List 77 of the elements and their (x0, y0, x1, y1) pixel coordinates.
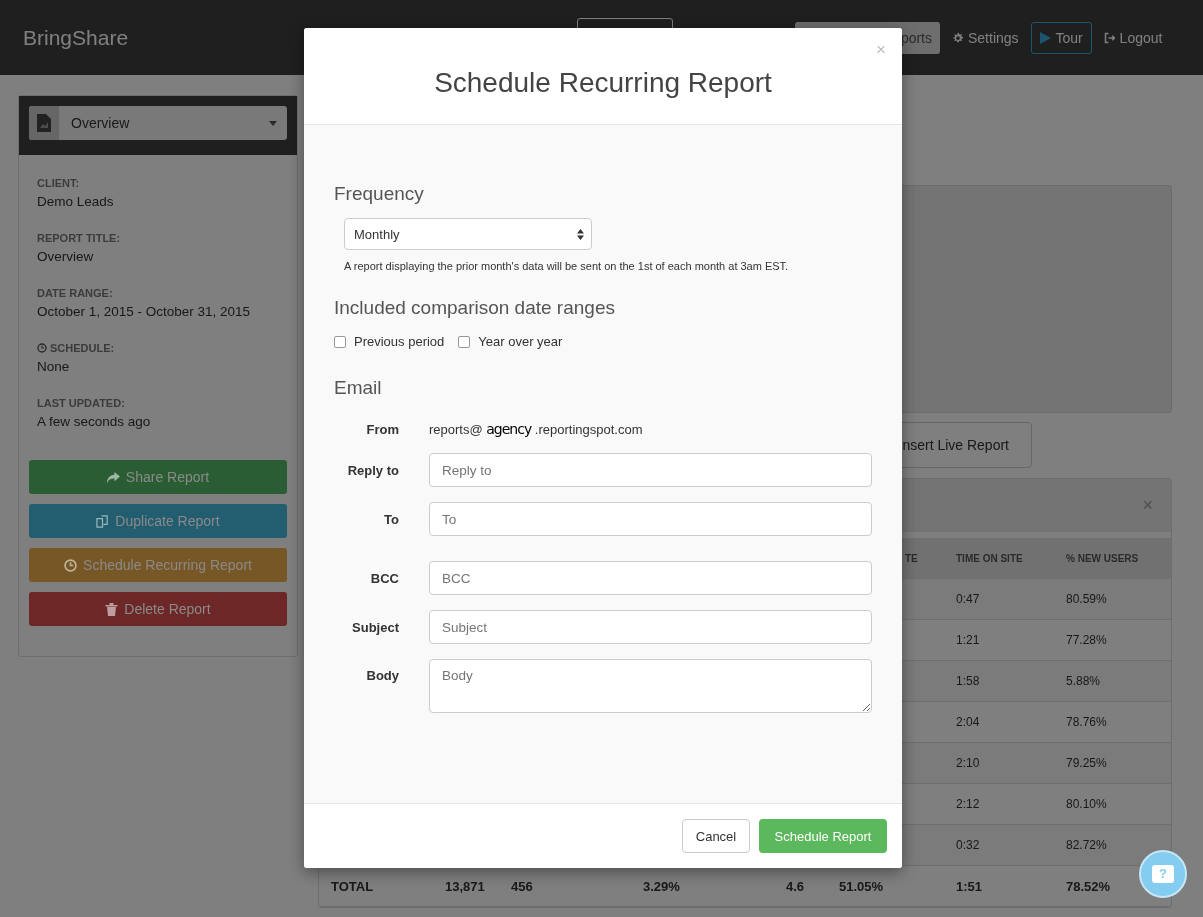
table-cell-text: 0:47 (956, 592, 981, 606)
table-cell: 77.28% (1066, 633, 1107, 647)
table-cell: 78.76% (1066, 715, 1107, 729)
field-label: Subject (351, 619, 399, 635)
table-cell: 80.59% (1066, 592, 1107, 606)
total-cell-text: 4.6 (786, 878, 806, 894)
checkbox-label: Previous period (354, 334, 445, 349)
input-field[interactable]: Reply to (429, 453, 872, 487)
logout-icon (1103, 31, 1116, 44)
document-icon (37, 114, 51, 132)
table-cell: 79.25% (1066, 756, 1107, 770)
tour-button[interactable]: Tour (1030, 21, 1092, 54)
column-header: % NEW USERS (1066, 552, 1139, 564)
info-label: REPORT TITLE: (37, 232, 121, 244)
field-label: Body (365, 667, 399, 683)
caret-icon (269, 120, 277, 126)
table-cell: 82.72% (1066, 838, 1107, 852)
table-cell: 5.88% (1066, 674, 1101, 688)
input-field[interactable]: Subject (429, 610, 872, 644)
info-value: Overview (37, 249, 95, 264)
info-value: A few seconds ago (37, 414, 152, 429)
total-cell-text: TOTAL (331, 878, 375, 894)
info-label: LAST UPDATED: (37, 397, 125, 409)
trash-report-button[interactable]: Delete Report (29, 592, 287, 626)
section-heading: Frequency (334, 183, 425, 205)
info-label: SCHEDULE: (50, 342, 115, 354)
info-value: Demo Leads (37, 194, 115, 209)
checkbox[interactable] (334, 335, 346, 348)
dialog-title: Schedule Recurring Report (433, 66, 773, 100)
share-arrow-icon (106, 470, 120, 484)
total-cell-text: 13,871 (445, 878, 486, 894)
help-text: A report displaying the prior month's data will be sent on the 1st of each month at 3am EST. (344, 260, 790, 272)
clock-icon (37, 343, 47, 353)
table-cell-text: 2:10 (956, 756, 981, 770)
clock-icon (64, 558, 78, 572)
column-header: TE (904, 552, 919, 564)
play-icon (1039, 31, 1052, 44)
total-cell-text: 456 (511, 878, 534, 894)
checkbox[interactable] (458, 335, 471, 348)
table-cell-text: 0:32 (956, 838, 981, 852)
section-heading: Included comparison date ranges (334, 297, 616, 319)
copy-icon (96, 514, 110, 528)
input-field[interactable]: BCC (429, 561, 872, 595)
settings-link[interactable]: Settings (952, 29, 1019, 46)
column-header: TIME ON SITE (956, 552, 1024, 564)
cancel-button[interactable]: Cancel (682, 819, 750, 853)
total-cell: 78.52% (1066, 878, 1111, 894)
share-report-button[interactable]: Share Report (29, 460, 287, 494)
total-cell-text: 51.05% (839, 878, 885, 894)
table-cell-text: 1:21 (956, 633, 981, 647)
section-heading: Email (334, 377, 383, 399)
schedule-report-button[interactable]: Schedule Report (759, 819, 887, 853)
total-cell-text: 3.29% (643, 878, 681, 894)
body-field[interactable]: Body (429, 659, 872, 713)
logout-link[interactable]: Logout (1103, 29, 1163, 46)
table-cell-text: 1:58 (956, 674, 981, 688)
field-label: To (383, 511, 399, 527)
total-cell-text: 1:51 (956, 878, 984, 894)
info-value: None (37, 359, 71, 374)
field-label: From (365, 421, 399, 437)
input-field[interactable]: To (429, 502, 872, 536)
table-cell-text: 2:04 (956, 715, 981, 729)
checkbox-label: Year over year (478, 334, 563, 349)
settings-icon (952, 31, 964, 44)
trash-icon (105, 602, 119, 616)
table-cell: 80.10% (1066, 797, 1107, 811)
report-select[interactable]: Overview (29, 106, 287, 140)
info-value: October 1, 2015 - October 31, 2015 (37, 304, 252, 319)
table-cell-text: 2:12 (956, 797, 981, 811)
frequency-select[interactable]: Monthly (344, 218, 592, 250)
field-label: Reply to (346, 462, 399, 478)
sender-address: reports@ agency .reportingspot.com (429, 421, 643, 437)
updown-icon (577, 228, 584, 240)
info-label: DATE RANGE: (37, 287, 113, 299)
info-label: CLIENT: (37, 177, 80, 189)
field-label: BCC (369, 570, 399, 586)
duplicate-report-button[interactable]: Duplicate Report (29, 504, 287, 538)
